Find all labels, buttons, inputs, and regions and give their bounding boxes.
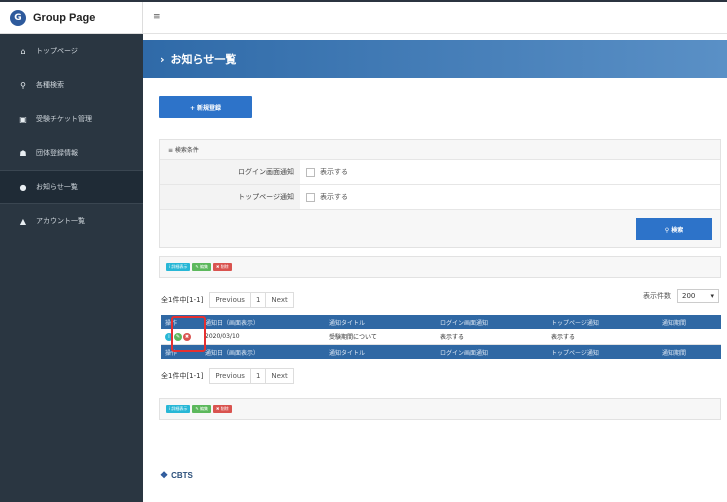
column-header: 通知タイトル [329, 319, 366, 327]
comment-icon: ● [19, 182, 27, 192]
sidebar-item-label: トップページ [36, 47, 78, 55]
previous-page-button[interactable]: Previous [210, 369, 251, 383]
condition-label: ログイン画面通知 [160, 160, 300, 184]
page-header: › お知らせ一覧 [143, 40, 727, 78]
column-header: 通知期間 [662, 319, 687, 327]
edit-button[interactable]: ✎ 編集 [192, 405, 212, 413]
sidebar-item-accounts[interactable]: ▲ アカウント一覧 [0, 204, 143, 238]
chevron-right-icon: › [160, 52, 165, 66]
column-header: 通知タイトル [329, 349, 366, 357]
sidebar: G Group Page ⌂ トップページ ⚲ 各種検索 ▣ 受験チケット管理 … [0, 2, 143, 502]
new-registration-button[interactable]: + 新規登録 [159, 96, 252, 118]
bulk-actions-bottom: i 詳細表示 ✎ 編集 ✖ 削除 [159, 398, 721, 420]
search-panel-title: ≡ 検索条件 [160, 140, 720, 160]
bulk-actions-top: i 詳細表示 ✎ 編集 ✖ 削除 [159, 256, 721, 278]
sidebar-item-label: お知らせ一覧 [36, 183, 78, 191]
brand-name: Group Page [33, 11, 96, 24]
pager: Previous 1 Next [209, 368, 294, 384]
sidebar-item-top-page[interactable]: ⌂ トップページ [0, 34, 143, 68]
search-panel: ≡ 検索条件 ログイン画面通知 表示する トップページ通知 表示する ⚲ 検索 [159, 139, 721, 248]
search-icon: ⚲ [20, 80, 26, 90]
sidebar-item-label: 各種検索 [36, 81, 64, 89]
menu-icon[interactable]: ≡ [153, 12, 161, 22]
ticket-icon: ▣ [19, 114, 27, 124]
users-icon: ☗ [19, 148, 27, 158]
detail-view-button[interactable]: i 詳細表示 [166, 263, 191, 271]
column-header: 通知日（画面表示） [205, 349, 260, 357]
login-notice-condition: ログイン画面通知 表示する [160, 160, 720, 185]
footer-logo-text: CBTS [171, 471, 193, 480]
result-count: 全1件中[1-1] [161, 296, 204, 304]
page-number-button[interactable]: 1 [251, 369, 267, 383]
sidebar-item-label: 団体登録情報 [36, 149, 78, 157]
delete-button[interactable]: ✖ 削除 [213, 263, 232, 271]
per-page-value: 200 [682, 292, 696, 300]
red-highlight-box [171, 316, 206, 352]
column-header: トップページ通知 [551, 319, 599, 327]
brand[interactable]: G Group Page [0, 2, 143, 34]
top-notice-condition: トップページ通知 表示する [160, 185, 720, 210]
table-header-row: 操作 通知日（画面表示） 通知タイトル ログイン画面通知 トップページ通知 通知… [161, 315, 721, 329]
checkbox-label: 表示する [320, 193, 348, 201]
sidebar-item-label: 受験チケット管理 [36, 115, 92, 123]
top-bar: ≡ [143, 2, 727, 34]
table-footer-row: 操作 通知日（画面表示） 通知タイトル ログイン画面通知 トップページ通知 通知… [161, 345, 721, 359]
column-header: ログイン画面通知 [440, 319, 489, 327]
footer-logo: ❖ CBTS [160, 470, 193, 481]
sidebar-item-notices[interactable]: ● お知らせ一覧 [0, 170, 143, 204]
per-page-label: 表示件数 [643, 292, 671, 300]
detail-view-button[interactable]: i 詳細表示 [166, 405, 191, 413]
pagination-bottom: 全1件中[1-1] Previous 1 Next [161, 368, 294, 384]
next-page-button[interactable]: Next [266, 293, 292, 307]
notice-table: 操作 通知日（画面表示） 通知タイトル ログイン画面通知 トップページ通知 通知… [161, 315, 721, 359]
column-header: 通知期間 [662, 349, 687, 357]
cell-top: 表示する [551, 334, 576, 341]
home-icon: ⌂ [20, 46, 26, 56]
delete-button[interactable]: ✖ 削除 [213, 405, 232, 413]
cell-date: 2020/03/10 [205, 333, 240, 340]
pager: Previous 1 Next [209, 292, 294, 308]
login-notice-checkbox[interactable] [306, 167, 315, 177]
search-button[interactable]: ⚲ 検索 [636, 218, 712, 240]
sidebar-item-tickets[interactable]: ▣ 受験チケット管理 [0, 102, 143, 136]
per-page-select[interactable]: 200 ▾ [677, 289, 719, 303]
sidebar-item-search[interactable]: ⚲ 各種検索 [0, 68, 143, 102]
column-header: トップページ通知 [551, 349, 599, 357]
checkbox-label: 表示する [320, 168, 348, 176]
page-title: お知らせ一覧 [170, 53, 237, 66]
condition-label: トップページ通知 [160, 185, 300, 209]
table-row[interactable]: i ✎ ✖ 2020/03/10 受験期間について 表示する 表示する [161, 329, 721, 345]
per-page-control: 表示件数 200 ▾ [643, 289, 719, 303]
result-count: 全1件中[1-1] [161, 372, 204, 380]
next-page-button[interactable]: Next [266, 369, 292, 383]
lock-icon: ▲ [19, 216, 27, 226]
edit-button[interactable]: ✎ 編集 [192, 263, 212, 271]
cbts-logo-icon: ❖ [160, 470, 169, 480]
cell-title[interactable]: 受験期間について [329, 332, 440, 341]
brand-logo-icon: G [10, 9, 26, 26]
sidebar-item-group-info[interactable]: ☗ 団体登録情報 [0, 136, 143, 170]
previous-page-button[interactable]: Previous [210, 293, 251, 307]
chevron-down-icon: ▾ [710, 292, 714, 300]
pagination-top: 全1件中[1-1] Previous 1 Next [161, 292, 294, 308]
page-number-button[interactable]: 1 [251, 293, 267, 307]
sidebar-item-label: アカウント一覧 [36, 217, 85, 225]
column-header: ログイン画面通知 [440, 349, 489, 357]
top-notice-checkbox[interactable] [306, 192, 315, 202]
cell-login: 表示する [440, 334, 465, 341]
column-header: 通知日（画面表示） [205, 319, 260, 327]
main-content: + 新規登録 ≡ 検索条件 ログイン画面通知 表示する トップページ通知 表示す… [143, 78, 727, 502]
